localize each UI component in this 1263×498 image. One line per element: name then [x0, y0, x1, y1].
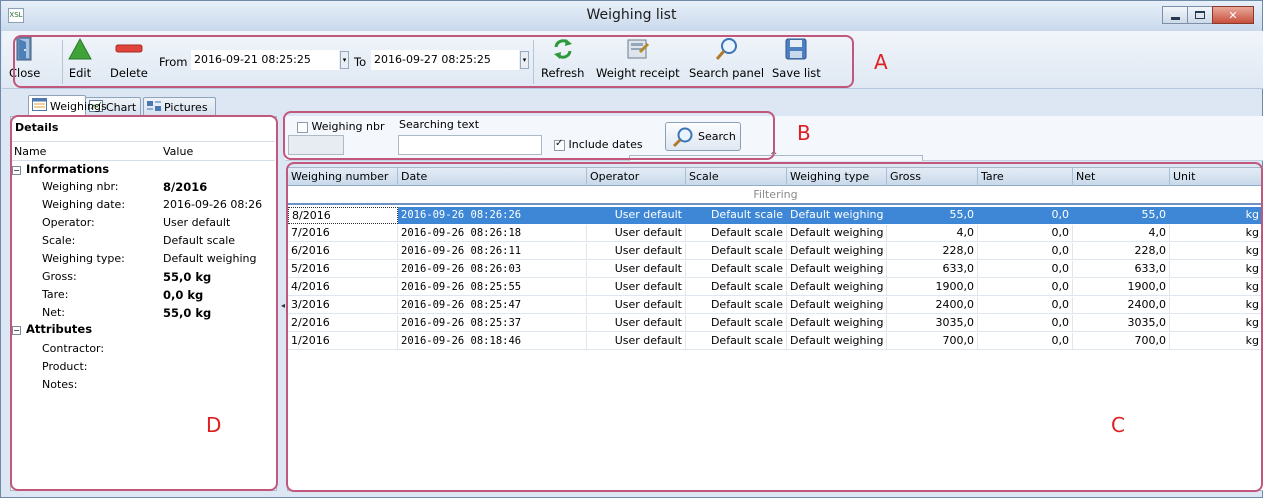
- minimize-button[interactable]: [1162, 6, 1188, 24]
- minimize-icon: [1170, 16, 1180, 20]
- maximize-icon: [1195, 11, 1205, 19]
- window-controls: ✕: [1162, 6, 1254, 24]
- app-window: XSL Weighing list ✕ Close Edit Delete Fr…: [0, 0, 1263, 498]
- tab-weighings[interactable]: Weighings: [28, 95, 107, 116]
- weighings-icon: [32, 98, 47, 114]
- annotation-letter-a: A: [874, 50, 888, 74]
- title-bar: XSL Weighing list ✕: [1, 1, 1262, 31]
- annotation-box-a: [13, 35, 854, 88]
- annotation-letter-b: B: [797, 121, 811, 145]
- tab-weighings-label: Weighings: [50, 99, 107, 113]
- window-title: Weighing list: [586, 7, 677, 23]
- tab-pictures-label: Pictures: [164, 100, 208, 114]
- annotation-letter-c: C: [1111, 413, 1125, 437]
- tab-pictures[interactable]: Pictures: [143, 97, 216, 116]
- annotation-box-c: [286, 162, 1263, 492]
- tab-chart-label: Chart: [106, 100, 137, 114]
- maximize-button[interactable]: [1187, 6, 1213, 24]
- annotation-box-d: [10, 115, 278, 491]
- annotation-letter-d: D: [206, 413, 222, 437]
- annotation-box-b: [283, 111, 775, 160]
- splitter-arrow-icon[interactable]: ◂: [281, 301, 285, 310]
- pictures-icon: [147, 100, 161, 115]
- close-icon: ✕: [1228, 8, 1238, 22]
- close-window-button[interactable]: ✕: [1212, 6, 1254, 24]
